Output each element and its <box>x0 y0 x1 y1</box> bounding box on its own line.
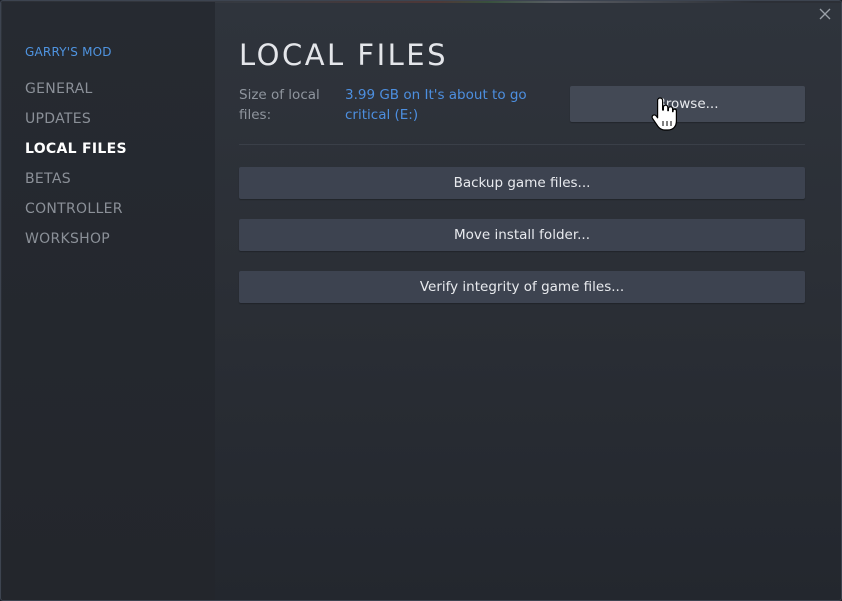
size-label: Size of local files: <box>239 87 320 123</box>
verify-integrity-button[interactable]: Verify integrity of game files... <box>239 271 805 303</box>
sidebar: GARRY'S MOD GENERAL UPDATES LOCAL FILES … <box>2 2 215 600</box>
move-install-folder-button[interactable]: Move install folder... <box>239 219 805 251</box>
page-title: LOCAL FILES <box>239 38 449 72</box>
game-title: GARRY'S MOD <box>25 45 112 59</box>
browse-button[interactable]: Browse... <box>570 86 805 122</box>
sidebar-item-betas[interactable]: BETAS <box>25 171 71 187</box>
properties-window: GARRY'S MOD GENERAL UPDATES LOCAL FILES … <box>0 0 842 601</box>
sidebar-item-workshop[interactable]: WORKSHOP <box>25 231 110 247</box>
sidebar-item-general[interactable]: GENERAL <box>25 81 93 97</box>
size-value: 3.99 GB on It's about to go critical (E:… <box>345 87 527 123</box>
sidebar-item-controller[interactable]: CONTROLLER <box>25 201 123 217</box>
backup-game-files-button[interactable]: Backup game files... <box>239 167 805 199</box>
sidebar-item-local-files[interactable]: LOCAL FILES <box>25 141 127 157</box>
divider <box>239 144 805 145</box>
main-content: LOCAL FILES Size of local files: 3.99 GB… <box>239 1 841 600</box>
sidebar-item-updates[interactable]: UPDATES <box>25 111 91 127</box>
